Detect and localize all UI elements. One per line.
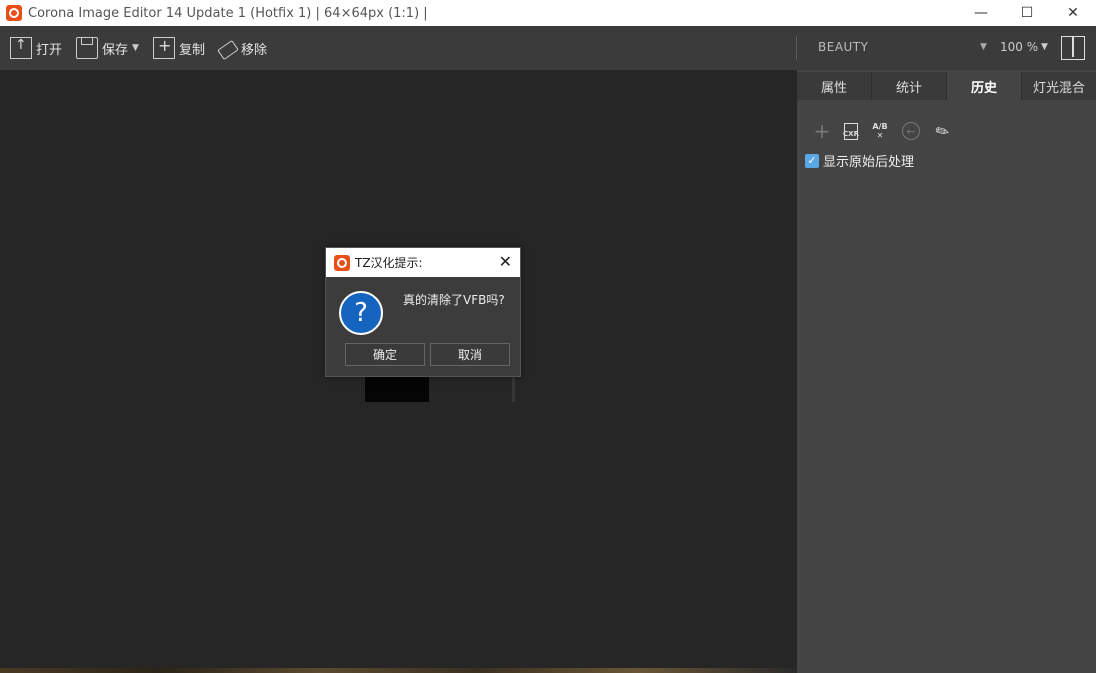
- question-icon: ?: [339, 291, 383, 335]
- copy-button[interactable]: 复制: [149, 33, 209, 63]
- ab-compare-clear-icon[interactable]: A/B ✕: [869, 120, 891, 142]
- zoom-caret-icon[interactable]: ▼: [1041, 42, 1048, 52]
- back-icon[interactable]: ←: [902, 122, 920, 140]
- save-cxr-icon[interactable]: CXR: [843, 122, 859, 140]
- dialog-close-icon[interactable]: ✕: [499, 252, 512, 271]
- corona-dialog-icon: [334, 254, 350, 271]
- copy-label: 复制: [178, 42, 205, 58]
- dialog-message: 真的清除了VFB吗?: [403, 293, 505, 307]
- eraser-icon: [217, 39, 239, 61]
- ab-clear-mark: ✕: [876, 131, 884, 140]
- show-original-label: 显示原始后处理: [823, 155, 915, 170]
- cancel-button[interactable]: 取消: [430, 343, 510, 366]
- zoom-select[interactable]: 100 %: [1000, 40, 1038, 54]
- remove-label: 移除: [240, 42, 267, 58]
- tab-lightmix[interactable]: 灯光混合: [1022, 72, 1096, 100]
- save-dropdown-caret-icon[interactable]: ▼: [132, 43, 139, 53]
- copy-add-icon: [152, 36, 175, 59]
- close-window-button[interactable]: ✕: [1050, 0, 1096, 26]
- ok-button[interactable]: 确定: [345, 343, 425, 366]
- ab-label: A/B: [872, 122, 888, 131]
- open-button[interactable]: 打开: [6, 33, 66, 63]
- window-title: Corona Image Editor 14 Update 1 (Hotfix …: [28, 5, 428, 21]
- maximize-button[interactable]: ☐: [1004, 0, 1050, 26]
- brush-icon[interactable]: ✎: [927, 116, 957, 146]
- tab-properties[interactable]: 属性: [797, 72, 872, 100]
- window-controls: — ☐ ✕: [958, 0, 1096, 26]
- title-bar: Corona Image Editor 14 Update 1 (Hotfix …: [0, 0, 1096, 26]
- open-label: 打开: [36, 42, 63, 58]
- history-toolbar: + CXR A/B ✕ ← ✎: [811, 119, 964, 143]
- main-toolbar: 打开 保存 ▼ 复制 移除 BEAUTY ▼ 100 % ▼: [0, 26, 1096, 70]
- remove-button[interactable]: 移除: [215, 33, 271, 63]
- toolbar-divider: [796, 36, 797, 60]
- add-icon[interactable]: +: [811, 119, 833, 143]
- open-file-icon: [10, 37, 32, 59]
- split-view-icon[interactable]: [1061, 36, 1085, 60]
- save-label: 保存: [102, 42, 129, 58]
- save-disk-icon: [76, 37, 99, 59]
- render-element-select[interactable]: BEAUTY: [818, 40, 868, 54]
- panel-tabs: 属性 统计 历史 灯光混合: [797, 72, 1096, 100]
- tab-history[interactable]: 历史: [947, 72, 1022, 100]
- corona-app-icon: [6, 5, 22, 21]
- side-panel: 属性 统计 历史 灯光混合 + CXR A/B ✕ ← ✎ ✓ 显示原始后处理: [797, 70, 1096, 673]
- render-element-caret-icon[interactable]: ▼: [980, 42, 987, 52]
- save-button[interactable]: 保存 ▼: [72, 33, 143, 63]
- dialog-title-bar: TZ汉化提示: ✕: [326, 248, 520, 277]
- dialog-title: TZ汉化提示:: [355, 256, 423, 270]
- tab-stats[interactable]: 统计: [872, 72, 947, 100]
- show-original-toggle[interactable]: ✓ 显示原始后处理: [805, 151, 914, 170]
- minimize-button[interactable]: —: [958, 0, 1004, 26]
- show-original-checkbox[interactable]: ✓: [805, 153, 819, 168]
- confirm-dialog: TZ汉化提示: ✕ ? 真的清除了VFB吗? 确定 取消: [325, 247, 521, 377]
- bottom-image-strip: [0, 668, 797, 673]
